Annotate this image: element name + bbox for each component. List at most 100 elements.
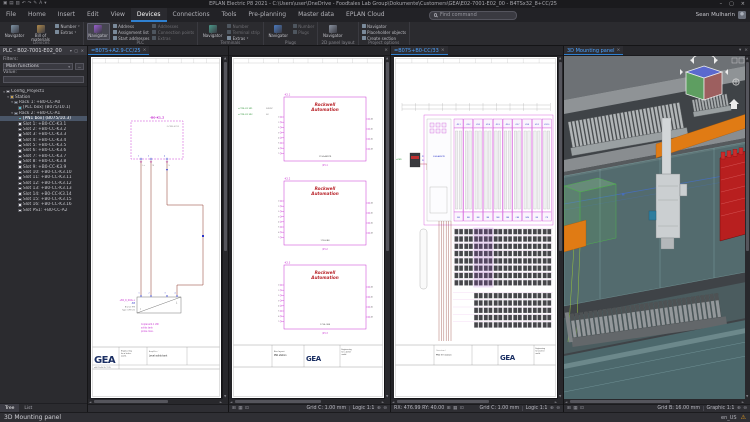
vertical-scrollbar[interactable]: ▲ ▼ (558, 56, 563, 399)
navigator-button[interactable]: Navigator (321, 23, 344, 40)
horizontal-scrollbar[interactable]: ◄ ► (391, 399, 558, 404)
tab-close-icon[interactable]: × (143, 48, 147, 53)
number-button[interactable]: Number (292, 24, 314, 29)
address-button[interactable]: Address (112, 24, 150, 29)
3d-viewport[interactable]: ▲ ▼ ◄ ► (564, 56, 750, 404)
extras-button[interactable]: Extras ▾ (55, 30, 80, 35)
tab-close-icon[interactable]: × (617, 48, 621, 53)
ribbon-tab-file[interactable]: File (0, 8, 22, 22)
number-button[interactable]: Number (227, 24, 260, 29)
connection-points-button[interactable]: Connection points (152, 30, 194, 35)
scroll-thumb[interactable] (224, 62, 227, 251)
ribbon-tab-view[interactable]: View (105, 8, 131, 22)
scroll-thumb[interactable] (559, 62, 562, 251)
placeholder-objects-button[interactable]: Placeholder objects (361, 30, 406, 35)
schematic-canvas-3[interactable]: X1 X2 +PN1 5069-AEN2TR -K3.1 IB8 -K3.2 I… (391, 56, 563, 404)
language-indicator[interactable]: en_US (721, 415, 737, 421)
ribbon-tab-home[interactable]: Home (22, 8, 52, 22)
assignment-list-button[interactable]: Assignment list (112, 30, 150, 35)
doc-tab-3[interactable]: =B075+B0-CC/33 × (391, 46, 448, 55)
vertical-scrollbar[interactable]: ▲ ▼ (385, 56, 390, 399)
zoom-out-icon[interactable]: ⊖ (383, 405, 387, 412)
schematic-canvas-2[interactable]: +CTRL-X1 3X1 24VDC +CTRL-X1 3X2 0V Rockw… (229, 56, 390, 404)
tab-close-icon[interactable]: × (441, 48, 445, 53)
maximize-button[interactable]: ▢ (729, 0, 734, 8)
cells-icon[interactable]: ▦ (453, 405, 457, 412)
number-button[interactable]: Number ▾ (55, 24, 80, 29)
vertical-scrollbar[interactable]: ▲ ▼ (223, 56, 228, 399)
navigator-button[interactable]: Navigator (3, 23, 26, 40)
frame-icon[interactable]: ⊡ (580, 405, 584, 412)
warning-icon[interactable]: ⚠ (741, 414, 746, 421)
grid-icon[interactable]: ⊞ (447, 405, 451, 412)
scroll-thumb[interactable] (386, 62, 389, 251)
close-button[interactable]: × (741, 0, 745, 8)
schematic-canvas-1[interactable]: -B0-K1.2 2-CW0.0702 1 2 4 L+ M S 1 2 3 4… (88, 56, 228, 404)
tab-menu-icon[interactable]: ▾ (739, 48, 741, 53)
cells-icon[interactable]: ▦ (573, 405, 577, 412)
user-account[interactable]: Sean Mulharin (696, 8, 750, 22)
scroll-thumb[interactable] (94, 400, 169, 403)
tab-close-icon[interactable]: × (384, 48, 388, 53)
ribbon-tab-eplan-cloud[interactable]: EPLAN Cloud (340, 8, 391, 22)
terminal-strip-button[interactable]: Terminal strip (227, 30, 260, 35)
tree-node-icon (18, 165, 22, 169)
text-icon[interactable]: A (39, 0, 42, 8)
plugs-button[interactable]: Plugs (292, 30, 315, 35)
horizontal-scrollbar[interactable]: ◄ ► (88, 399, 223, 404)
scroll-thumb[interactable] (397, 400, 489, 403)
doc-tab-1[interactable]: =B075+A2.9-CC/25 × (88, 46, 150, 55)
value-input[interactable] (3, 76, 84, 83)
navigator-button[interactable]: Navigator (86, 23, 110, 40)
application-statusbar: 3D Mounting panel en_US ⚠ (0, 412, 750, 422)
addresses-button[interactable]: Addresses (152, 24, 194, 29)
panel-float-icon[interactable]: ▢ (74, 48, 78, 53)
pan-icon[interactable] (732, 78, 740, 86)
undo-icon[interactable]: ↶ (22, 0, 26, 8)
ribbon-tab-tools[interactable]: Tools (216, 8, 243, 22)
tab-tree[interactable]: Tree (0, 404, 20, 412)
ribbon-tab-pre-planning[interactable]: Pre-planning (242, 8, 292, 22)
ribbon-tab-devices[interactable]: Devices (130, 8, 167, 22)
panel-close-icon[interactable]: × (81, 48, 84, 53)
scroll-thumb[interactable] (746, 62, 749, 251)
tab-list[interactable]: List (19, 404, 37, 412)
redo-icon[interactable]: ↷ (28, 0, 32, 8)
edit-icon[interactable]: ✎ (33, 0, 37, 8)
zoom-out-icon[interactable]: ⊖ (556, 405, 560, 412)
zoom-in-icon[interactable]: ⊕ (377, 405, 381, 412)
save-icon[interactable]: ▥ (16, 0, 20, 8)
horizontal-scrollbar[interactable]: ◄ ► (229, 399, 385, 404)
horizontal-scrollbar[interactable]: ◄ ► (564, 399, 745, 404)
bill-of-materials-button[interactable]: Bill of materials (29, 23, 52, 41)
minimize-button[interactable]: – (720, 0, 723, 8)
grid-icon[interactable]: ⊞ (232, 405, 236, 412)
group-close-icon[interactable]: × (744, 48, 748, 53)
grid-icon[interactable]: ⊞ (567, 405, 571, 412)
vertical-scrollbar[interactable]: ▲ ▼ (745, 56, 750, 399)
scroll-thumb[interactable] (570, 400, 670, 403)
ribbon-tab-master-data[interactable]: Master data (292, 8, 340, 22)
command-search-box[interactable]: Find command (428, 10, 517, 20)
navigator-button[interactable]: Navigator (361, 24, 407, 29)
panel-menu-icon[interactable]: ▾ (70, 48, 72, 53)
frame-icon[interactable]: ⊡ (460, 405, 464, 412)
zoom-in-icon[interactable]: ⊕ (737, 405, 741, 412)
project-icon[interactable]: ▣ (3, 0, 7, 8)
filter-browse-button[interactable]: … (75, 63, 84, 70)
doc-tab-4[interactable]: 3D Mounting panel × (564, 46, 624, 55)
tree-item[interactable]: Slot PS1: +B0-CC-A2 (0, 208, 87, 213)
cells-icon[interactable]: ▦ (238, 405, 242, 412)
scroll-thumb[interactable] (235, 400, 321, 403)
navigator-button[interactable]: Navigator (267, 23, 290, 40)
navigator-button[interactable]: Navigator (201, 23, 224, 40)
ribbon-tab-edit[interactable]: Edit (81, 8, 105, 22)
open-icon[interactable]: ▤ (9, 0, 13, 8)
ribbon-tab-connections[interactable]: Connections (167, 8, 216, 22)
filter-select[interactable]: Main functions ▾ (3, 63, 73, 70)
zoom-in-icon[interactable]: ⊕ (550, 405, 554, 412)
zoom-out-icon[interactable]: ⊖ (743, 405, 747, 412)
frame-icon[interactable]: ⊡ (245, 405, 249, 412)
ribbon-tab-insert[interactable]: Insert (52, 8, 81, 22)
extras-button[interactable]: Extras (152, 36, 194, 41)
